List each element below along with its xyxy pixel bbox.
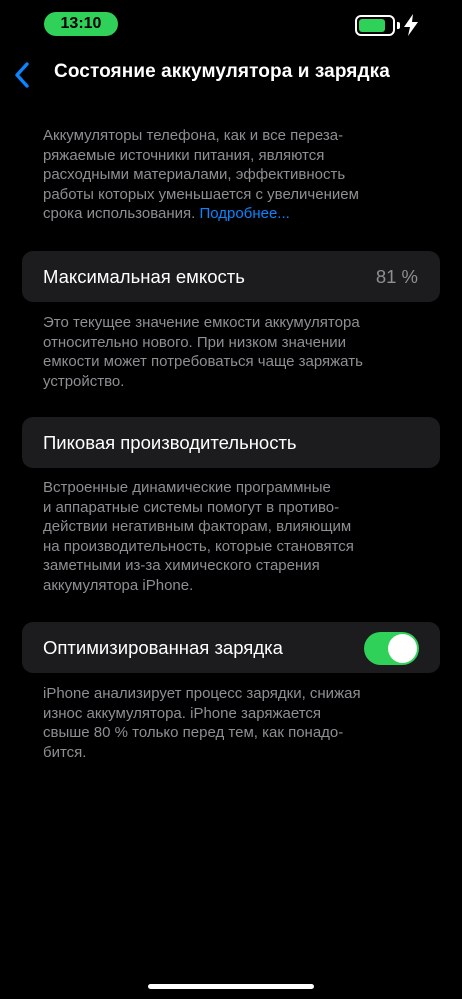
- optimized-line: бится.: [43, 743, 87, 761]
- optimized-charging-cell: Оптимизированная зарядка: [22, 622, 440, 673]
- performance-line: действии негативным факторам, влияющим: [43, 518, 352, 535]
- optimized-line: износ аккумулятора. iPhone заряжается: [43, 704, 322, 722]
- capacity-line: Это текущее значение емкости аккумулятор…: [43, 314, 360, 331]
- intro-line: работы которых уменьшается с увеличением: [43, 185, 359, 203]
- capacity-line: устройство.: [43, 372, 125, 390]
- toggle-knob: [388, 634, 417, 663]
- capacity-description: Это текущее значение емкости аккумулятор…: [43, 313, 423, 391]
- performance-line: и аппаратные системы помогут в противо-: [43, 498, 340, 516]
- optimized-charging-label: Оптимизированная зарядка: [43, 637, 283, 658]
- optimized-line: свыше 80 % только перед тем, как понадо-: [43, 724, 344, 741]
- learn-more-link[interactable]: Подробнее...: [200, 205, 290, 222]
- peak-performance-label: Пиковая производительность: [43, 432, 297, 453]
- intro-line: срока использования. Подробнее...: [43, 204, 423, 224]
- battery-tip: [397, 22, 400, 29]
- peak-performance-cell: Пиковая производительность: [22, 417, 440, 468]
- battery-icon: [355, 15, 395, 36]
- intro-line: расходными материалами, эффективность: [43, 166, 346, 183]
- page-title: Состояние аккумулятора и зарядка: [54, 61, 390, 82]
- intro-line: ряжаемые источники питания, являются: [43, 146, 325, 164]
- home-indicator[interactable]: [148, 984, 314, 989]
- performance-line: заметными из-за химического старения: [43, 557, 320, 574]
- max-capacity-cell: Максимальная емкость 81 %: [22, 251, 440, 302]
- performance-line: аккумулятора iPhone.: [43, 576, 194, 594]
- battery-settings-screen: 13:10 Состояние аккумулятора и зарядка А…: [0, 0, 462, 999]
- performance-line: на производительность, которые становятс…: [43, 537, 354, 555]
- back-chevron-icon[interactable]: [10, 60, 36, 90]
- optimized-charging-toggle[interactable]: [364, 632, 419, 665]
- status-time: 13:10: [44, 12, 118, 36]
- intro-description: Аккумуляторы телефона, как и все переза-…: [43, 126, 423, 224]
- capacity-line: емкости может потребоваться чаще заряжат…: [43, 353, 363, 370]
- max-capacity-value: 81 %: [375, 266, 418, 287]
- performance-line: Встроенные динамические программные: [43, 479, 331, 496]
- bolt-icon: [404, 14, 418, 36]
- battery-level-fill: [359, 19, 386, 32]
- intro-line-text: срока использования.: [43, 205, 196, 222]
- max-capacity-label: Максимальная емкость: [43, 266, 245, 287]
- optimized-description: iPhone анализирует процесс зарядки, сниж…: [43, 684, 423, 762]
- capacity-line: относительно нового. При низком значении: [43, 333, 347, 351]
- optimized-line: iPhone анализирует процесс зарядки, сниж…: [43, 685, 361, 702]
- performance-description: Встроенные динамические программные и ап…: [43, 478, 423, 595]
- intro-line: Аккумуляторы телефона, как и все переза-: [43, 127, 344, 144]
